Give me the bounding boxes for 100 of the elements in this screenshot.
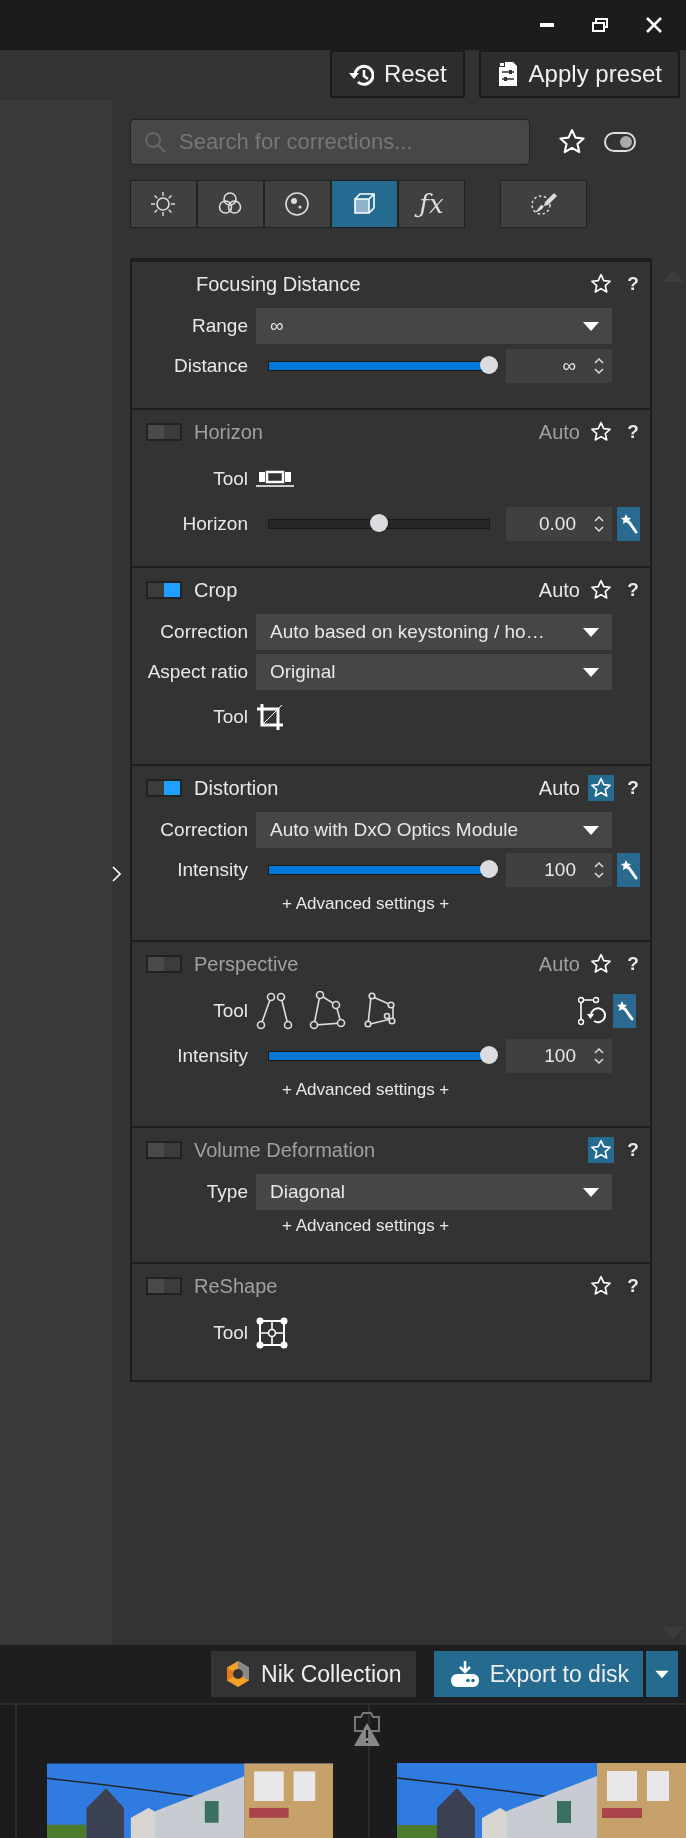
hexagon-logo-icon: [225, 1660, 252, 1688]
favorite-button[interactable]: [588, 1137, 614, 1163]
star-icon: [590, 273, 612, 295]
caret-icon: [582, 666, 600, 678]
tab[interactable]: ƒx: [398, 180, 465, 228]
star-icon[interactable]: [558, 128, 586, 156]
tab[interactable]: [500, 180, 587, 228]
field-label: Intensity: [176, 1045, 249, 1067]
document-sliders-icon: [496, 62, 519, 86]
camera-warning-icon: [352, 1711, 382, 1747]
help-button[interactable]: ?: [626, 777, 640, 799]
help-button[interactable]: ?: [626, 421, 640, 443]
slider-thumb[interactable]: [480, 1046, 498, 1064]
stepper-icon[interactable]: [592, 1046, 606, 1066]
section-title: Horizon: [194, 420, 264, 444]
restore-icon[interactable]: [592, 18, 608, 32]
number-field[interactable]: 0.00: [506, 507, 612, 541]
magic-wand-icon: [619, 512, 638, 536]
number-field[interactable]: 100: [506, 1039, 612, 1073]
caret-icon: [582, 824, 600, 836]
dropdown[interactable]: Original: [256, 654, 612, 690]
section-title: Volume Deformation: [194, 1138, 377, 1162]
brush-icon: [529, 191, 558, 217]
reset-shape-icon[interactable]: [578, 996, 608, 1026]
help-button[interactable]: ?: [626, 1275, 640, 1297]
auto-fix-button[interactable]: [617, 507, 640, 541]
field-label: Tool: [212, 1322, 249, 1344]
star-icon: [590, 953, 612, 975]
toggle-switch[interactable]: [146, 779, 182, 797]
crop-icon[interactable]: [256, 703, 284, 731]
magic-wand-icon: [619, 858, 638, 882]
grid-points-icon[interactable]: [256, 1317, 288, 1349]
field-label: Horizon: [181, 513, 249, 535]
field-label: Tool: [212, 1000, 249, 1022]
dropdown[interactable]: Diagonal: [256, 1174, 612, 1210]
field-label: Tool: [212, 706, 249, 728]
star-icon: [590, 579, 612, 601]
auto-fix-button[interactable]: [617, 853, 640, 887]
field-label: Type: [205, 1181, 249, 1203]
tab[interactable]: [264, 180, 331, 228]
advanced-settings-link[interactable]: + Advanced settings +: [282, 894, 450, 914]
caret-icon: [582, 626, 600, 638]
star-icon: [590, 777, 612, 799]
sun-icon: [149, 191, 178, 217]
stepper-icon[interactable]: [592, 514, 606, 534]
section-title: Perspective: [194, 952, 300, 976]
field-label: Aspect ratio: [146, 661, 249, 683]
nik-collection-button[interactable]: Nik Collection: [211, 1651, 416, 1697]
section-title: Distortion: [194, 776, 280, 800]
star-icon: [590, 421, 612, 443]
help-button[interactable]: ?: [626, 273, 640, 295]
export-button[interactable]: Export to disk: [433, 1651, 643, 1697]
advanced-settings-link[interactable]: + Advanced settings +: [282, 1080, 450, 1100]
section-title: Crop: [194, 578, 239, 602]
tab[interactable]: [197, 180, 264, 228]
magic-wand-icon: [615, 999, 634, 1023]
field-label: Tool: [212, 468, 249, 490]
stepper-icon[interactable]: [592, 356, 606, 376]
auto-label: Auto: [538, 420, 580, 444]
tab[interactable]: [331, 180, 398, 228]
auto-label: Auto: [538, 578, 580, 602]
number-field[interactable]: 100: [506, 853, 612, 887]
auto-label: Auto: [538, 776, 580, 800]
toggle-switch[interactable]: [146, 955, 182, 973]
dropdown-arrow-button[interactable]: [646, 1651, 678, 1697]
quadrilateral-icon[interactable]: [308, 991, 348, 1031]
level-icon[interactable]: [256, 470, 294, 488]
close-icon[interactable]: [646, 17, 662, 33]
dropdown[interactable]: ∞: [256, 308, 612, 344]
caret-icon: [582, 1186, 600, 1198]
circle-dots-icon: [283, 191, 312, 217]
auto-label: Auto: [538, 952, 580, 976]
download-drive-icon: [449, 1660, 480, 1688]
star-icon: [590, 1139, 612, 1161]
auto-fix-button[interactable]: [613, 994, 636, 1028]
tab[interactable]: [130, 180, 197, 228]
slider-thumb[interactable]: [370, 514, 388, 532]
section-title: ReShape: [194, 1274, 279, 1298]
slider-thumb[interactable]: [480, 860, 498, 878]
dropdown[interactable]: Auto with DxO Optics Module: [256, 812, 612, 848]
stepper-icon[interactable]: [592, 860, 606, 880]
advanced-settings-link[interactable]: + Advanced settings +: [282, 1216, 450, 1236]
caret-icon: [654, 1669, 670, 1679]
help-button[interactable]: ?: [626, 1139, 640, 1161]
toggle-switch[interactable]: [146, 1277, 182, 1295]
toggle-switch[interactable]: [146, 423, 182, 441]
caret-icon: [582, 320, 600, 332]
slider-thumb[interactable]: [480, 356, 498, 374]
chevron-right-icon[interactable]: [112, 866, 121, 882]
dropdown[interactable]: Auto based on keystoning / ho…: [256, 614, 612, 650]
help-button[interactable]: ?: [626, 953, 640, 975]
favorite-button[interactable]: [588, 775, 614, 801]
apply-preset-button[interactable]: Apply preset: [478, 50, 680, 98]
toggle-switch[interactable]: [146, 581, 182, 599]
search-icon: [144, 131, 166, 153]
toggle-icon[interactable]: [604, 132, 636, 152]
help-button[interactable]: ?: [626, 579, 640, 601]
number-field[interactable]: ∞: [506, 349, 612, 383]
toggle-switch[interactable]: [146, 1141, 182, 1159]
reset-button[interactable]: Reset: [329, 50, 465, 98]
